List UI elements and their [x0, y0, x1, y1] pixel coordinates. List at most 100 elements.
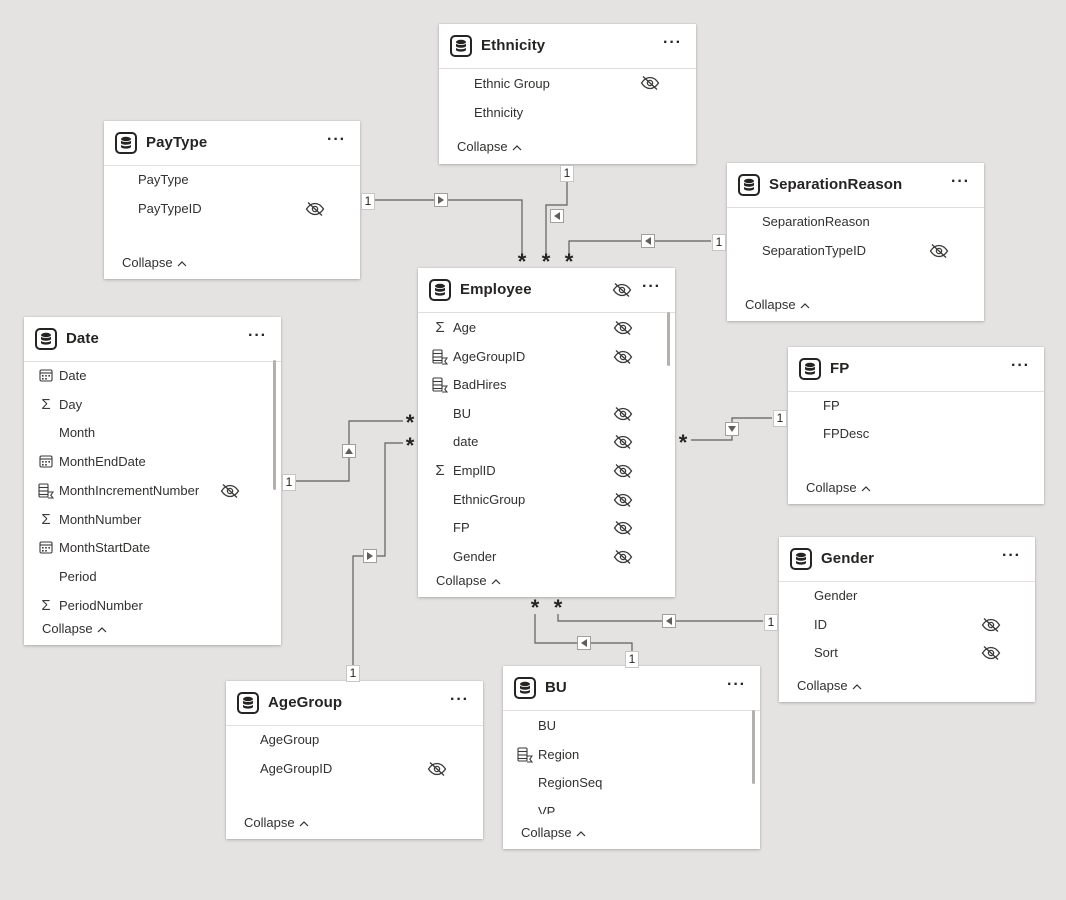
filter-direction-down-icon[interactable] [725, 422, 739, 436]
more-options-icon[interactable]: ··· [327, 130, 346, 150]
field-row[interactable]: Σ MonthNumber [38, 510, 268, 530]
hidden-eye-icon[interactable] [613, 492, 633, 513]
field-name: Gender [814, 588, 858, 603]
field-row[interactable]: VP [517, 802, 747, 814]
hidden-eye-icon[interactable] [612, 282, 632, 303]
card-title: Gender [821, 550, 875, 567]
hidden-eye-icon[interactable] [640, 75, 660, 96]
vertical-scrollbar[interactable] [667, 312, 670, 366]
card-header[interactable]: SeparationReason ··· [727, 163, 984, 208]
hidden-eye-icon[interactable] [981, 617, 1001, 638]
field-row[interactable]: Date [38, 366, 268, 386]
chevron-up-icon [491, 573, 501, 588]
hidden-eye-icon[interactable] [220, 483, 240, 504]
filter-direction-left-icon[interactable] [641, 234, 655, 248]
field-name: PeriodNumber [59, 597, 143, 613]
table-card-fp[interactable]: FP ··· FP FPDesc Collapse [788, 347, 1044, 504]
table-card-ethnicity[interactable]: Ethnicity ··· Ethnic Group Ethnicity Col… [439, 24, 696, 164]
collapse-label: Collapse [122, 255, 173, 270]
table-card-agegroup[interactable]: AgeGroup ··· AgeGroup AgeGroupID Collaps… [226, 681, 483, 839]
calendar-icon [38, 454, 54, 470]
field-row[interactable]: MonthStartDate [38, 538, 268, 558]
table-icon [799, 358, 821, 380]
card-header[interactable]: AgeGroup ··· [226, 681, 483, 726]
hidden-eye-icon[interactable] [613, 406, 633, 427]
hidden-eye-icon[interactable] [613, 520, 633, 541]
more-options-icon[interactable]: ··· [450, 690, 469, 710]
field-name: Ethnic Group [474, 76, 550, 91]
card-header[interactable]: PayType ··· [104, 121, 360, 166]
filter-direction-left-icon[interactable] [662, 614, 676, 628]
sigma-icon: Σ [41, 596, 51, 614]
field-row[interactable]: BadHires [432, 375, 662, 395]
card-header[interactable]: Gender ··· [779, 537, 1035, 582]
collapse-button[interactable]: Collapse [745, 297, 810, 312]
hidden-eye-icon[interactable] [427, 761, 447, 782]
chevron-up-icon [512, 139, 522, 154]
calculated-column-icon [38, 483, 55, 499]
hidden-eye-icon[interactable] [929, 243, 949, 264]
more-options-icon[interactable]: ··· [951, 172, 970, 192]
field-row[interactable]: Σ PeriodNumber [38, 596, 268, 616]
table-card-paytype[interactable]: PayType ··· PayType PayTypeID Collapse [104, 121, 360, 279]
filter-direction-right-icon[interactable] [434, 193, 448, 207]
chevron-up-icon [576, 825, 586, 840]
more-options-icon[interactable]: ··· [663, 33, 682, 53]
more-options-icon[interactable]: ··· [642, 277, 661, 297]
more-options-icon[interactable]: ··· [1002, 546, 1021, 566]
more-options-icon[interactable]: ··· [1011, 356, 1030, 376]
field-row[interactable]: Period [38, 567, 268, 587]
collapse-button[interactable]: Collapse [797, 678, 862, 693]
collapse-button[interactable]: Collapse [122, 255, 187, 270]
table-card-bu[interactable]: BU ··· BU Region RegionSeq VP Collapse [503, 666, 760, 849]
filter-direction-right-icon[interactable] [363, 549, 377, 563]
cardinality-one-bu: 1 [625, 651, 639, 668]
table-card-employee[interactable]: Employee ··· Σ Age AgeGroupID BadHires BU dat… [418, 268, 675, 597]
more-options-icon[interactable]: ··· [727, 675, 746, 695]
hidden-eye-icon[interactable] [981, 645, 1001, 666]
chevron-up-icon [861, 480, 871, 495]
table-card-gender[interactable]: Gender ··· Gender ID Sort Collapse [779, 537, 1035, 702]
filter-direction-up-icon[interactable] [342, 444, 356, 458]
table-card-date[interactable]: Date ··· Date Σ Day Month MonthEndDate MonthI… [24, 317, 281, 645]
card-header[interactable]: Date ··· [24, 317, 281, 362]
hidden-eye-icon[interactable] [613, 549, 633, 565]
calculated-column-icon [432, 349, 449, 365]
collapse-button[interactable]: Collapse [806, 480, 871, 495]
vertical-scrollbar[interactable] [752, 710, 755, 784]
field-list[interactable]: Date Σ Day Month MonthEndDate MonthIncrementN… [24, 362, 281, 616]
field-row[interactable]: BU [517, 716, 747, 736]
filter-direction-left-icon[interactable] [577, 636, 591, 650]
collapse-label: Collapse [436, 573, 487, 588]
more-options-icon[interactable]: ··· [248, 326, 267, 346]
hidden-eye-icon[interactable] [613, 349, 633, 370]
card-header[interactable]: Ethnicity ··· [439, 24, 696, 69]
vertical-scrollbar[interactable] [273, 360, 276, 490]
filter-direction-left-icon[interactable] [550, 209, 564, 223]
table-card-separationreason[interactable]: SeparationReason ··· SeparationReason Se… [727, 163, 984, 321]
collapse-button[interactable]: Collapse [436, 573, 501, 588]
card-header[interactable]: BU ··· [503, 666, 760, 711]
collapse-button[interactable]: Collapse [457, 139, 522, 154]
field-row[interactable]: MonthEndDate [38, 452, 268, 472]
card-header[interactable]: FP ··· [788, 347, 1044, 392]
hidden-eye-icon[interactable] [613, 463, 633, 484]
card-header[interactable]: Employee ··· [418, 268, 675, 313]
field-name: VP [538, 803, 556, 814]
field-row[interactable]: Region [517, 745, 747, 765]
collapse-button[interactable]: Collapse [42, 621, 107, 636]
field-row[interactable]: Σ Day [38, 395, 268, 415]
hidden-eye-icon[interactable] [613, 434, 633, 455]
field-list[interactable]: BU Region RegionSeq VP [503, 711, 760, 814]
hidden-eye-icon[interactable] [305, 201, 325, 222]
field-row[interactable]: Month [38, 423, 268, 443]
card-title: Employee [460, 281, 532, 298]
cardinality-one-gender: 1 [764, 614, 778, 631]
table-icon [514, 677, 536, 699]
field-row[interactable]: RegionSeq [517, 773, 747, 793]
collapse-button[interactable]: Collapse [521, 825, 586, 840]
field-name: BadHires [453, 377, 507, 393]
collapse-button[interactable]: Collapse [244, 815, 309, 830]
field-list[interactable]: Σ Age AgeGroupID BadHires BU date Σ EmplID Ethni… [418, 313, 675, 565]
hidden-eye-icon[interactable] [613, 320, 633, 341]
